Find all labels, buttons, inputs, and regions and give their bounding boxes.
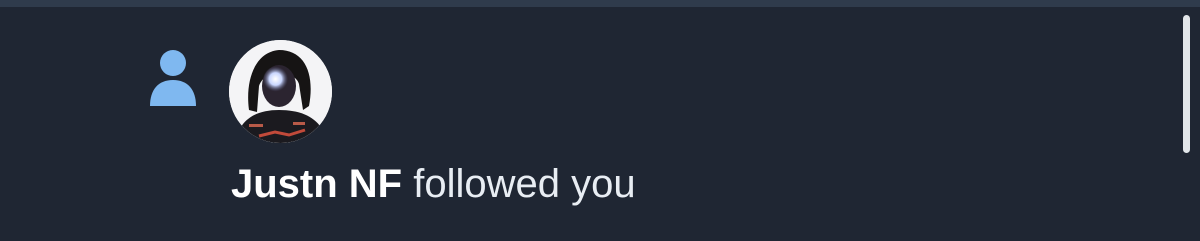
scrollbar-thumb[interactable] (1183, 15, 1190, 153)
action-text: followed you (413, 162, 636, 206)
user-name-link[interactable]: Justn NF (231, 162, 402, 206)
user-avatar[interactable] (229, 40, 332, 143)
notifications-screen: Justn NF followed you (0, 0, 1200, 241)
person-icon (148, 48, 198, 108)
follow-notification[interactable]: Justn NF followed you (0, 7, 1172, 241)
scrollbar[interactable] (1172, 7, 1200, 241)
notification-message: Justn NF followed you (231, 160, 636, 208)
top-divider (0, 0, 1200, 7)
